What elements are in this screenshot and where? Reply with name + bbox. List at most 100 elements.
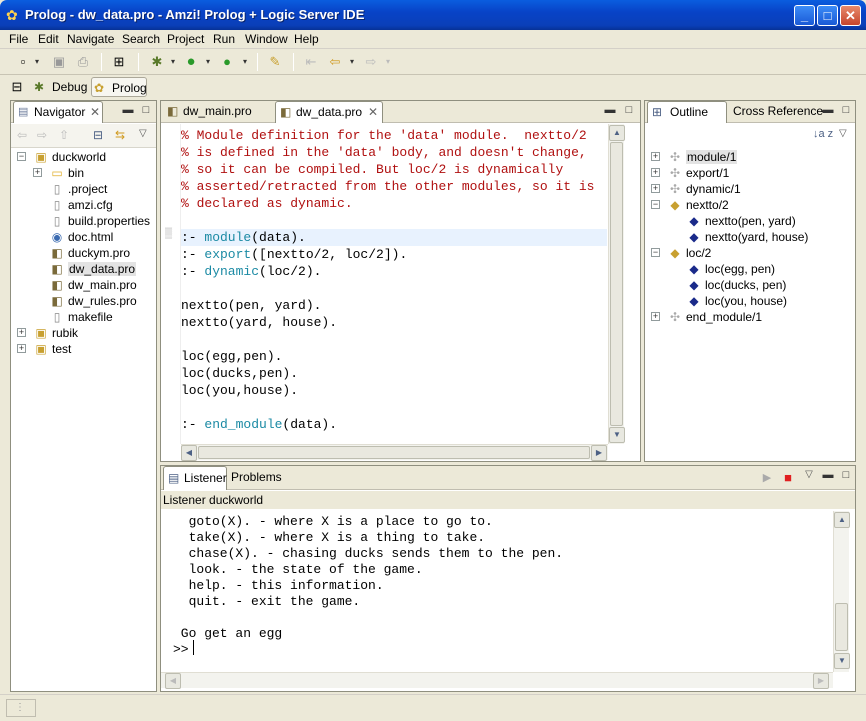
scroll-left-icon[interactable]: ◀ bbox=[165, 673, 181, 689]
tree-item-doc-html[interactable]: ◉ doc.html bbox=[49, 229, 114, 245]
title-bar[interactable]: ✿ Prolog - dw_data.pro - Amzi! Prolog + … bbox=[0, 0, 866, 30]
minimize-view-icon[interactable]: ▬ bbox=[603, 103, 617, 117]
outline-item-module-1[interactable]: + ✣ module/1 bbox=[651, 149, 738, 165]
tree-item-bin[interactable]: + ▭ bin bbox=[33, 165, 84, 181]
scroll-down-icon[interactable]: ▼ bbox=[609, 427, 625, 443]
view-menu-icon[interactable]: ▽ bbox=[839, 128, 847, 139]
maximize-button[interactable]: □ bbox=[817, 5, 838, 26]
tree-item-amzi-cfg[interactable]: ▯ amzi.cfg bbox=[49, 197, 113, 213]
scroll-thumb[interactable] bbox=[610, 142, 623, 426]
external-tools-icon[interactable]: ● bbox=[218, 53, 236, 71]
pen-icon[interactable]: ✎ bbox=[266, 53, 284, 71]
back-dropdown-icon[interactable]: ▾ bbox=[348, 53, 356, 71]
forward-icon[interactable]: ⇨ bbox=[362, 53, 380, 71]
editor-horizontal-scrollbar[interactable]: ◀ ▶ bbox=[181, 444, 608, 461]
debug-dropdown-icon[interactable]: ▾ bbox=[169, 53, 177, 71]
menu-window[interactable]: Window bbox=[245, 32, 288, 46]
minimize-view-icon[interactable]: ▬ bbox=[821, 103, 835, 117]
tab-dw-main[interactable]: ◧ dw_main.pro bbox=[163, 101, 273, 123]
menu-navigate[interactable]: Navigate bbox=[67, 32, 114, 46]
tree-item-dw-main-pro[interactable]: ◧ dw_main.pro bbox=[49, 277, 136, 293]
tab-outline[interactable]: ⊞ Outline bbox=[647, 101, 727, 123]
sort-alphabetically-icon[interactable]: ↓a z bbox=[813, 128, 833, 140]
new-dropdown-icon[interactable]: ▾ bbox=[33, 53, 41, 71]
debug-icon[interactable]: ✱ bbox=[148, 53, 166, 71]
tree-item-makefile[interactable]: ▯ makefile bbox=[49, 309, 113, 325]
expand-icon[interactable]: + bbox=[17, 328, 26, 337]
last-edit-icon[interactable]: ⇤ bbox=[302, 53, 320, 71]
view-menu-icon[interactable]: ▽ bbox=[802, 468, 816, 482]
tree-item--project[interactable]: ▯ .project bbox=[49, 181, 108, 197]
code-editor[interactable]: % Module definition for the 'data' modul… bbox=[161, 127, 607, 444]
expand-icon[interactable]: + bbox=[651, 168, 660, 177]
tab-navigator[interactable]: ▤ Navigator ✕ bbox=[13, 101, 103, 123]
close-tab-icon[interactable]: ✕ bbox=[90, 102, 100, 123]
listener-horizontal-scrollbar[interactable]: ◀ ▶ bbox=[161, 672, 833, 689]
scroll-right-icon[interactable]: ▶ bbox=[813, 673, 829, 689]
outline-item-nextto-pen-yard[interactable]: ◆ nextto(pen, yard) bbox=[686, 213, 795, 229]
tab-listener[interactable]: ▤ Listener bbox=[163, 466, 227, 490]
run-icon[interactable]: ● bbox=[182, 53, 200, 71]
expand-icon[interactable]: + bbox=[651, 184, 660, 193]
print-icon[interactable]: ⎙ bbox=[74, 53, 92, 71]
perspective-debug[interactable]: ✱ Debug bbox=[32, 77, 88, 97]
listener-vertical-scrollbar[interactable]: ▲ ▼ bbox=[833, 511, 850, 672]
scroll-down-icon[interactable]: ▼ bbox=[834, 653, 850, 669]
run-dropdown-icon[interactable]: ▾ bbox=[204, 53, 212, 71]
maximize-view-icon[interactable]: □ bbox=[839, 103, 853, 117]
outline-item-export-1[interactable]: + ✣ export/1 bbox=[651, 165, 729, 181]
perspective-prolog[interactable]: ✿ Prolog bbox=[91, 77, 147, 97]
tree-item-dw-rules-pro[interactable]: ◧ dw_rules.pro bbox=[49, 293, 136, 309]
minimize-view-icon[interactable]: ▬ bbox=[821, 468, 835, 482]
scroll-thumb[interactable] bbox=[198, 446, 590, 459]
menu-help[interactable]: Help bbox=[294, 32, 319, 46]
tree-item-dw-data-pro[interactable]: ◧ dw_data.pro bbox=[49, 261, 137, 277]
outline-item-loc-ducks-pen[interactable]: ◆ loc(ducks, pen) bbox=[686, 277, 786, 293]
outline-item-nextto-2[interactable]: − ◆ nextto/2 bbox=[651, 197, 729, 213]
tree-item-test[interactable]: + ▣ test bbox=[17, 341, 71, 357]
menu-search[interactable]: Search bbox=[122, 32, 160, 46]
scroll-right-icon[interactable]: ▶ bbox=[591, 445, 607, 461]
listener-console[interactable]: goto(X). - where X is a place to go to. … bbox=[161, 512, 833, 672]
expand-icon[interactable]: + bbox=[33, 168, 42, 177]
close-button[interactable]: ✕ bbox=[840, 5, 861, 26]
open-perspective-icon[interactable]: ⊟ bbox=[8, 78, 26, 96]
outline-item-dynamic-1[interactable]: + ✣ dynamic/1 bbox=[651, 181, 741, 197]
outline-item-loc-2[interactable]: − ◆ loc/2 bbox=[651, 245, 711, 261]
forward-dropdown-icon[interactable]: ▾ bbox=[384, 53, 392, 71]
run-listener-icon[interactable]: ▶ bbox=[760, 471, 774, 485]
tab-problems[interactable]: Problems bbox=[227, 466, 285, 490]
collapse-icon[interactable]: − bbox=[17, 152, 26, 161]
stop-listener-icon[interactable]: ■ bbox=[781, 471, 795, 485]
outline-item-loc-egg-pen[interactable]: ◆ loc(egg, pen) bbox=[686, 261, 775, 277]
outline-item-loc-you-house[interactable]: ◆ loc(you, house) bbox=[686, 293, 787, 309]
menu-run[interactable]: Run bbox=[213, 32, 235, 46]
maximize-view-icon[interactable]: □ bbox=[839, 468, 853, 482]
expand-icon[interactable]: + bbox=[651, 152, 660, 161]
maximize-view-icon[interactable]: □ bbox=[139, 103, 153, 117]
menu-edit[interactable]: Edit bbox=[38, 32, 59, 46]
minimize-view-icon[interactable]: ▬ bbox=[121, 103, 135, 117]
close-tab-icon[interactable]: ✕ bbox=[368, 102, 378, 123]
minimize-button[interactable]: _ bbox=[794, 5, 815, 26]
outline-item-nextto-yard-house[interactable]: ◆ nextto(yard, house) bbox=[686, 229, 808, 245]
tree-item-rubik[interactable]: + ▣ rubik bbox=[17, 325, 78, 341]
collapse-all-icon[interactable]: ⊟ bbox=[93, 128, 103, 142]
link-editor-icon[interactable]: ⇆ bbox=[115, 128, 125, 142]
back-icon[interactable]: ⇦ bbox=[326, 53, 344, 71]
fast-view-bar[interactable]: ⋮ bbox=[6, 699, 36, 717]
scroll-up-icon[interactable]: ▲ bbox=[834, 512, 850, 528]
tab-dw-data[interactable]: ◧ dw_data.pro ✕ bbox=[275, 101, 383, 123]
open-type-icon[interactable]: ⊞ bbox=[110, 53, 128, 71]
collapse-icon[interactable]: − bbox=[651, 248, 660, 257]
tree-item-duckworld[interactable]: − ▣ duckworld bbox=[17, 149, 106, 165]
save-icon[interactable]: ▣ bbox=[50, 53, 68, 71]
up-icon[interactable]: ⇧ bbox=[59, 128, 69, 142]
collapse-icon[interactable]: − bbox=[651, 200, 660, 209]
scroll-up-icon[interactable]: ▲ bbox=[609, 125, 625, 141]
scroll-thumb[interactable] bbox=[835, 603, 848, 651]
tab-cross-reference[interactable]: Cross Reference bbox=[729, 101, 825, 123]
forward-icon[interactable]: ⇨ bbox=[37, 128, 47, 142]
expand-icon[interactable]: + bbox=[651, 312, 660, 321]
editor-vertical-scrollbar[interactable]: ▲ ▼ bbox=[608, 124, 625, 444]
